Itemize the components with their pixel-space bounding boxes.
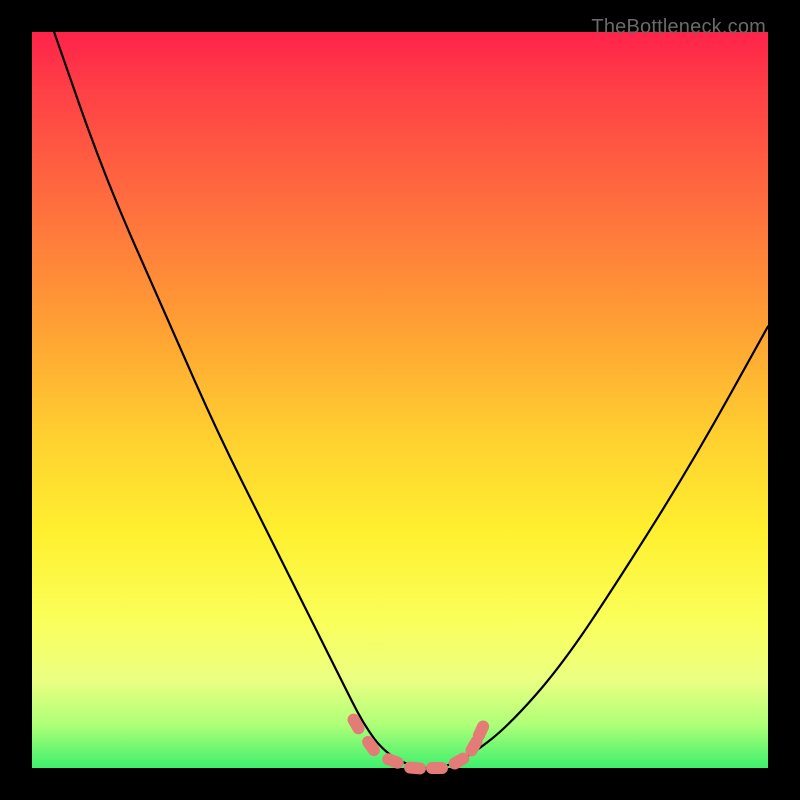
- chart-background-gradient: [32, 32, 768, 768]
- chart-frame: TheBottleneck.com: [16, 16, 784, 784]
- valley-marker: [403, 761, 426, 775]
- valley-marker: [426, 762, 448, 774]
- bottleneck-curve: [32, 32, 768, 768]
- watermark-text: TheBottleneck.com: [591, 16, 766, 39]
